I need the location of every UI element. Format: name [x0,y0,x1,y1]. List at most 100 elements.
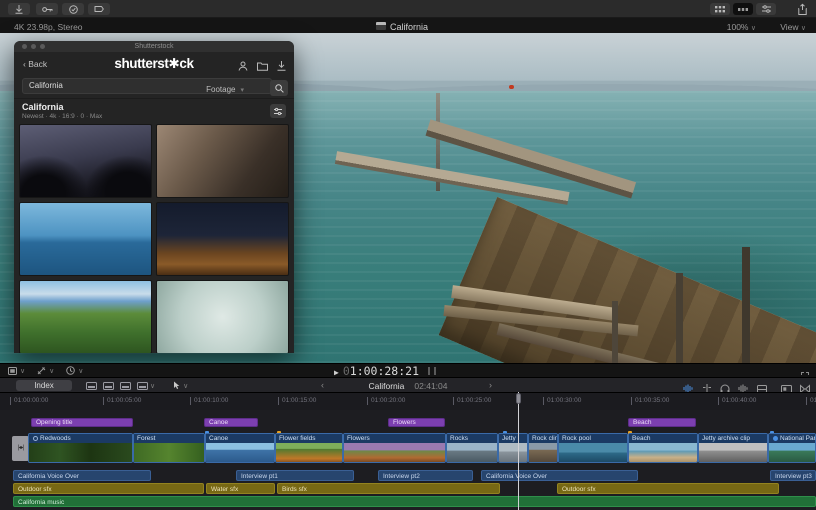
minimize-window-icon[interactable] [31,44,36,49]
filter-settings-icon[interactable] [270,104,286,118]
ruler-timecode-label: 01:00:35:00 [631,397,669,405]
video-clip[interactable]: Canoe [205,433,275,463]
transition-clip[interactable]: |◂▸| [12,436,29,461]
video-clip[interactable]: Flowers [343,433,446,463]
media-type-dropdown[interactable]: Footage▾ [206,83,244,98]
video-clip[interactable]: National Park [768,433,816,463]
playhead[interactable] [518,392,519,510]
viewer-info-bar: 4K 23.98p, Stereo California 100% ∨ View… [0,18,816,33]
video-clip-thumbnail [276,443,342,462]
video-clip-name: Rock pool [559,434,627,443]
adjustments-icon[interactable] [756,3,776,15]
keyword-editor-icon[interactable] [36,3,58,15]
video-clip-name: Canoe [206,434,274,443]
media-import-dropdown[interactable]: ∨ [8,367,25,375]
title-clip[interactable]: Canoe [204,418,258,427]
next-timeline-icon[interactable]: › [489,380,492,390]
green-hills-thumbnail[interactable] [19,280,152,353]
video-clip[interactable]: Rock pool [558,433,628,463]
proxy-badge-icon [773,436,778,441]
sand-dunes-thumbnail[interactable] [156,124,289,198]
video-clip-thumbnail [769,443,815,462]
ruler-timecode-label: 01:00:00:00 [10,397,48,405]
video-clip-name: Redwoods [29,434,132,443]
panel-titlebar[interactable]: Shutterstock [14,41,294,52]
import-media-icon[interactable] [8,3,30,15]
sfx-audio-clip[interactable]: Outdoor sfx [13,483,204,494]
background-tasks-icon[interactable] [62,3,84,15]
search-results-grid [19,124,289,353]
timeline-body[interactable]: |◂▸| Opening title Canoe Flowers Beach Redwo… [0,410,816,510]
audio-meters-icon[interactable] [428,367,436,375]
ruler-timecode-label: 01:00:20:00 [367,397,405,405]
video-clip-name: Flower fields [276,434,342,443]
ruler-timecode-label: 01:00:25:00 [453,397,491,405]
search-button[interactable] [270,80,288,96]
ruler-timecode-label: 01:00:45:00 [806,397,816,405]
starry-rocks-thumbnail[interactable] [156,202,289,276]
video-clip-name: Jetty archive clip [699,434,767,443]
title-clip[interactable]: Opening title [31,418,133,427]
viewer-project-title: California [390,22,428,32]
shutterstock-panel: Shutterstock ‹ Back shutterst✱ck Califor… [14,41,294,353]
folder-icon[interactable] [257,58,268,76]
tag-icon[interactable] [88,3,110,15]
voiceover-audio-clip[interactable]: California Voice Over [481,470,638,481]
viewer-zoom-dropdown[interactable]: 100% ∨ [727,22,756,32]
clapper-icon [376,22,386,30]
title-clip[interactable]: Beach [628,418,696,427]
video-clip[interactable]: Jetty [498,433,528,463]
filmstrip-view-icon[interactable] [733,3,753,15]
share-icon[interactable] [794,3,810,15]
sfx-audio-clip[interactable]: Birds sfx [277,483,500,494]
results-filter-summary: Newest · 4k · 16:9 · 0 · Max [22,113,102,120]
account-icon[interactable] [238,58,248,76]
video-clip[interactable]: Jetty archive clip [698,433,768,463]
video-clip-name: Forest [134,434,204,443]
playhead-handle[interactable] [516,393,521,404]
video-clip[interactable]: Flower fields [275,433,343,463]
trees-upward-thumbnail[interactable] [156,280,289,353]
video-clip-name: Rocks [447,434,497,443]
video-clip[interactable]: Redwoods [28,433,133,463]
timeline-ruler[interactable]: 01:00:00:0001:00:05:0001:00:10:0001:00:1… [0,392,816,410]
retime-dropdown[interactable]: ∨ [66,366,83,375]
transport-bar: ∨ ∨ ∨ ▶01:00:28:21 [0,363,816,377]
project-format-label: 4K 23.98p, Stereo [14,22,83,32]
main-toolbar [0,0,816,18]
video-clip-thumbnail [134,443,204,462]
title-clip[interactable]: Flowers [388,418,445,427]
music-audio-clip[interactable]: California music [13,496,816,507]
grid-view-icon[interactable] [710,3,730,15]
video-clip-thumbnail [29,443,132,462]
enhancements-dropdown[interactable]: ∨ [37,367,54,375]
sfx-audio-clip[interactable]: Outdoor sfx [557,483,779,494]
video-clip[interactable]: Rock climb [528,433,558,463]
video-clip-thumbnail [499,443,527,462]
video-clip-thumbnail [699,443,767,462]
video-clip-thumbnail [344,443,445,462]
viewer-view-dropdown[interactable]: View ∨ [780,22,806,32]
ruler-timecode-label: 01:00:40:00 [718,397,756,405]
voiceover-audio-clip[interactable]: Interview pt3 [770,470,816,481]
final-cut-pro-window: 4K 23.98p, Stereo California 100% ∨ View… [0,0,816,510]
video-clip[interactable]: Rocks [446,433,498,463]
ocean-horizon-thumbnail[interactable] [19,202,152,276]
sfx-audio-clip[interactable]: Water sfx [206,483,275,494]
voiceover-audio-clip[interactable]: California Voice Over [13,470,151,481]
video-clip-thumbnail [447,443,497,462]
results-title: California [22,102,64,112]
voiceover-audio-clip[interactable]: Interview pt2 [378,470,473,481]
video-clip[interactable]: Beach [628,433,698,463]
play-icon[interactable]: ▶ [334,368,339,377]
current-timecode: ▶01:00:28:21 [334,364,419,378]
video-clip-name: Rock climb [529,434,557,443]
voiceover-audio-clip[interactable]: Interview pt1 [236,470,354,481]
close-window-icon[interactable] [22,44,27,49]
zoom-window-icon[interactable] [40,44,45,49]
night-forest-thumbnail[interactable] [19,124,152,198]
video-clip-name: National Park [769,434,815,443]
download-icon[interactable] [277,58,286,76]
video-clip[interactable]: Forest [133,433,205,463]
video-clip-thumbnail [206,443,274,462]
